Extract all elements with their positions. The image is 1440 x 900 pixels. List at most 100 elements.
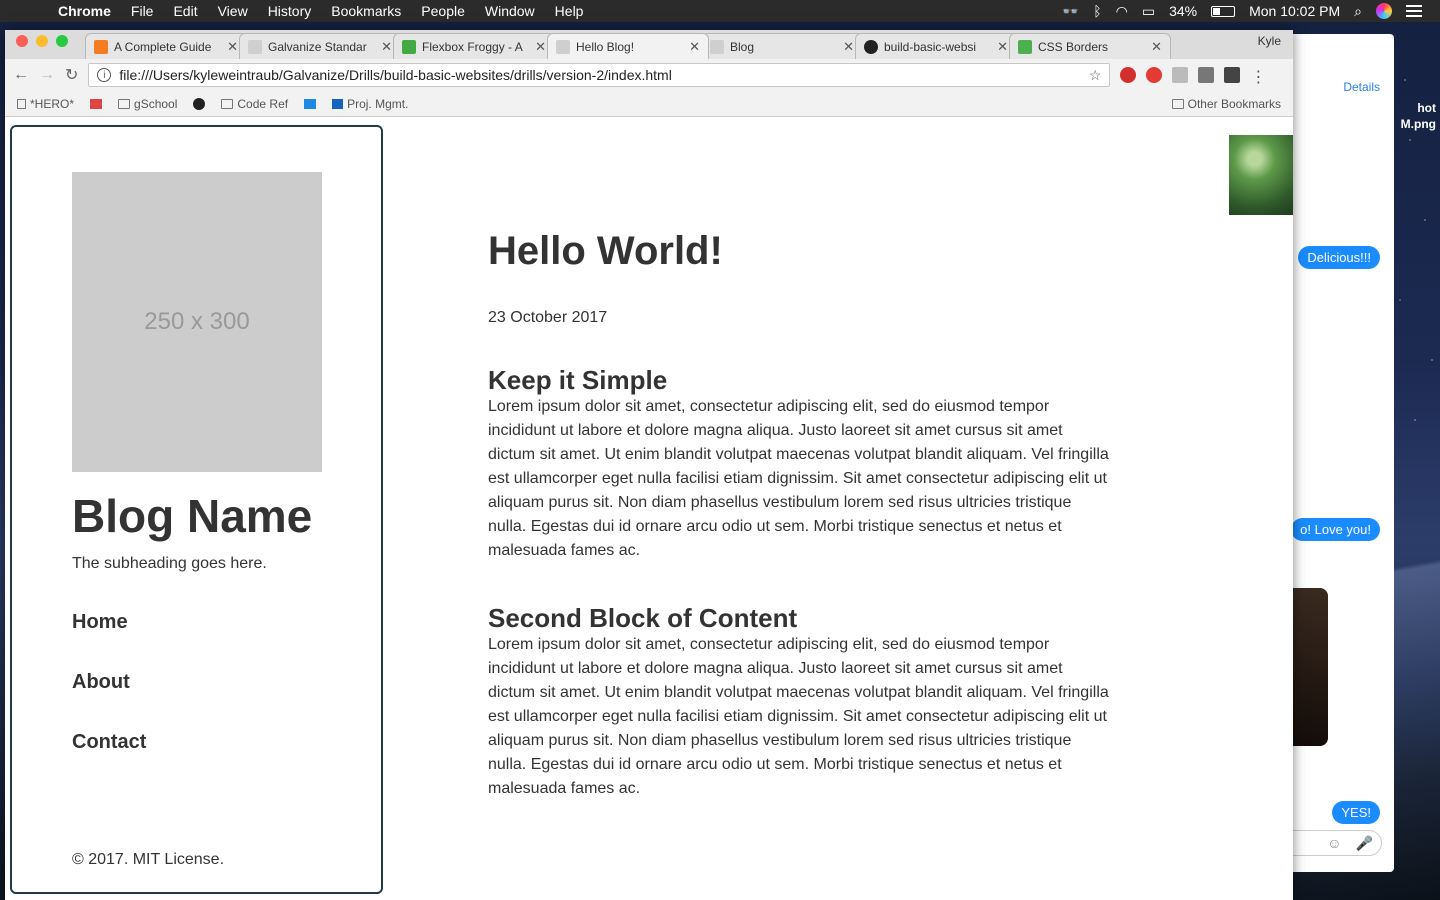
browser-toolbar: ← → ↻ i file:///Users/kyleweintraub/Galv…: [5, 59, 1293, 91]
battery-icon[interactable]: [1211, 5, 1236, 17]
wifi-icon[interactable]: ◠: [1116, 3, 1128, 20]
reload-icon[interactable]: ↻: [65, 65, 78, 85]
section-heading: Keep it Simple: [488, 365, 668, 395]
zoom-window-icon[interactable]: [56, 35, 68, 47]
menu-edit[interactable]: Edit: [173, 3, 197, 19]
bookmark-app-icon: [304, 98, 317, 109]
profile-button[interactable]: Kyle: [1258, 34, 1281, 48]
menu-people[interactable]: People: [421, 3, 465, 19]
tab-title: CSS Borders: [1038, 39, 1109, 54]
minimize-window-icon[interactable]: [36, 35, 48, 47]
notification-center-icon[interactable]: [1406, 2, 1422, 20]
tab-favicon-icon: [248, 39, 262, 54]
tab-favicon-icon: [402, 39, 416, 54]
bookmark-label: Code Ref: [237, 96, 289, 111]
menu-bookmarks[interactable]: Bookmarks: [331, 3, 401, 19]
messages-window: Details Delicious!!! o! Love you! YES! ☺…: [1280, 34, 1394, 872]
browser-tab[interactable]: Flexbox Froggy - A ✕: [393, 33, 555, 59]
close-tab-icon[interactable]: ✕: [381, 39, 392, 55]
github-icon: [864, 39, 878, 54]
tab-title: Blog: [730, 39, 755, 54]
bookmark-item[interactable]: Proj. Mgmt.: [332, 97, 408, 111]
close-tab-icon[interactable]: ✕: [689, 39, 700, 55]
bookmark-item[interactable]: [304, 98, 317, 109]
url-text[interactable]: file:///Users/kyleweintraub/Galvanize/Dr…: [119, 67, 1088, 83]
browser-tab[interactable]: CSS Borders ✕: [1009, 33, 1171, 59]
bookmark-label: gSchool: [134, 96, 178, 111]
menu-history[interactable]: History: [268, 3, 312, 19]
close-tab-icon[interactable]: ✕: [843, 39, 854, 55]
extension-icon[interactable]: [1198, 67, 1215, 83]
message-bubble: o! Love you!: [1291, 518, 1380, 541]
tab-strip: A Complete Guide ✕ Galvanize Standar ✕ Fle…: [5, 30, 1293, 59]
close-tab-icon[interactable]: ✕: [1151, 39, 1162, 55]
spotlight-search-icon[interactable]: ⌕: [1354, 3, 1362, 20]
bookmark-item[interactable]: [90, 98, 103, 109]
extension-icon[interactable]: [1172, 67, 1189, 83]
microphone-icon[interactable]: 🎤: [1356, 835, 1373, 852]
tab-favicon-icon: [556, 39, 570, 54]
tab-favicon-icon: [1018, 39, 1032, 54]
address-bar[interactable]: i file:///Users/kyleweintraub/Galvanize/…: [88, 63, 1111, 87]
gmail-icon: [90, 98, 103, 109]
main-content: Hello World! 23 October 2017 Keep it Sim…: [488, 227, 1113, 801]
sidebar-nav: Home About Contact: [72, 611, 146, 791]
desktop-file-label[interactable]: hot: [1417, 101, 1436, 115]
glasses-icon[interactable]: 👓: [1062, 3, 1079, 20]
bluetooth-icon[interactable]: ᛒ: [1093, 3, 1101, 19]
browser-tab[interactable]: build-basic-websi ✕: [855, 33, 1017, 59]
bookmarks-bar: *HERO* gSchool Code Ref Proj. Mgmt. Othe…: [5, 91, 1293, 117]
tab-favicon-icon: [710, 39, 724, 54]
bookmark-folder[interactable]: gSchool: [118, 97, 177, 111]
profile-image-placeholder: 250 x 300: [72, 172, 322, 472]
post-title: Hello World!: [488, 229, 723, 273]
emoji-icon[interactable]: ☺: [1327, 835, 1341, 851]
bookmark-star-icon[interactable]: ☆: [1089, 67, 1102, 84]
sidebar: 250 x 300 Blog Name The subheading goes …: [10, 125, 383, 894]
menu-view[interactable]: View: [218, 3, 248, 19]
close-tab-icon[interactable]: ✕: [535, 39, 546, 55]
adblock-icon[interactable]: [1120, 67, 1137, 83]
web-page: 250 x 300 Blog Name The subheading goes …: [5, 119, 1293, 900]
siri-icon[interactable]: [1376, 3, 1392, 19]
message-input[interactable]: ☺ 🎤: [1280, 830, 1382, 856]
close-tab-icon[interactable]: ✕: [997, 39, 1008, 55]
info-icon[interactable]: i: [97, 68, 112, 82]
browser-tab[interactable]: Blog ✕: [701, 33, 863, 59]
battery-percent[interactable]: 34%: [1169, 3, 1197, 19]
tab-title: A Complete Guide: [114, 39, 212, 54]
other-bookmarks[interactable]: Other Bookmarks: [1171, 97, 1281, 111]
menu-file[interactable]: File: [131, 3, 154, 19]
back-arrow-icon[interactable]: ←: [13, 66, 29, 84]
nav-about-link[interactable]: About: [72, 671, 146, 731]
extension-icon[interactable]: [1146, 67, 1163, 83]
folder-icon: [221, 98, 234, 109]
message-bubble: YES!: [1332, 801, 1380, 824]
browser-tab-active[interactable]: Hello Blog! ✕: [547, 33, 709, 59]
desktop-file-label[interactable]: M.png: [1401, 117, 1436, 131]
extension-icon[interactable]: [1224, 67, 1241, 83]
bookmark-folder[interactable]: Code Ref: [221, 97, 288, 111]
tab-title: build-basic-websi: [884, 39, 977, 54]
folder-icon: [1171, 98, 1184, 109]
bookmark-label: Proj. Mgmt.: [347, 96, 409, 111]
airplay-icon[interactable]: ▭: [1142, 3, 1155, 20]
chrome-menu-icon[interactable]: ⋮: [1250, 67, 1266, 86]
messages-details-link[interactable]: Details: [1343, 80, 1380, 94]
nav-contact-link[interactable]: Contact: [72, 731, 146, 791]
forward-arrow-icon[interactable]: →: [39, 66, 55, 84]
close-tab-icon[interactable]: ✕: [227, 39, 238, 55]
chrome-window: A Complete Guide ✕ Galvanize Standar ✕ Fle…: [5, 30, 1293, 900]
bookmark-item[interactable]: *HERO*: [17, 97, 74, 111]
close-window-icon[interactable]: [16, 35, 28, 47]
browser-tab[interactable]: A Complete Guide ✕: [85, 33, 247, 59]
menu-clock[interactable]: Mon 10:02 PM: [1249, 3, 1340, 19]
menu-app-name[interactable]: Chrome: [58, 3, 111, 19]
menu-window[interactable]: Window: [485, 3, 535, 19]
nav-home-link[interactable]: Home: [72, 611, 146, 671]
browser-tab[interactable]: Galvanize Standar ✕: [239, 33, 401, 59]
blog-name: Blog Name: [72, 490, 313, 542]
trello-icon: [332, 98, 344, 109]
bookmark-item[interactable]: [193, 97, 206, 110]
menu-help[interactable]: Help: [555, 3, 584, 19]
